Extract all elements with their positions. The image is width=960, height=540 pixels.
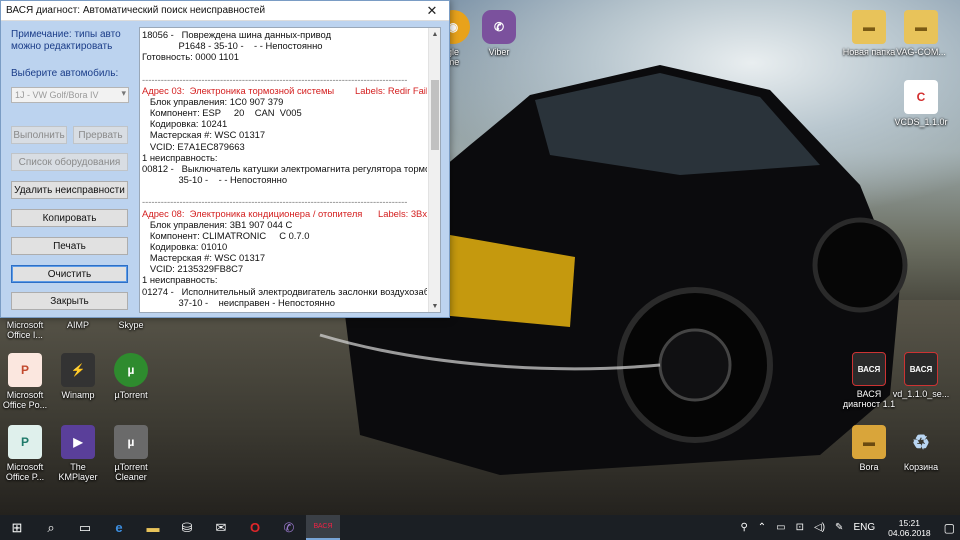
clear-button[interactable]: Очистить — [11, 265, 128, 283]
clock-time: 15:21 — [898, 517, 921, 528]
system-tray: ⚲ ⌃ ▭ ⊡ ◁) ✎ ENG 15:21 04.06.2018 ▢ — [735, 515, 960, 540]
log-line: 01274 - Исполнительный электродвигатель … — [142, 285, 427, 297]
log-line: 18056 - Повреждена шина данных-привод — [142, 29, 332, 40]
vasya-diagnostic-window: ВАСЯ диагност: Автоматический поиск неис… — [0, 0, 450, 318]
log-line: VCID: E7A1EC879663 — [142, 140, 245, 152]
desktop-icon-utorrent-cleaner[interactable]: µ µTorrent Cleaner — [98, 425, 164, 482]
desktop-icon-label: Skype — [118, 320, 144, 330]
delete-faults-button[interactable]: Удалить неисправности — [11, 181, 128, 199]
log-line: P1648 - 35-10 - - - Непостоянно — [142, 40, 323, 52]
desktop-icon-skype[interactable]: Skype — [98, 320, 164, 330]
log-line: ----------------------------------------… — [142, 196, 408, 208]
volume-icon[interactable]: ◁) — [809, 522, 830, 533]
store-icon[interactable]: ⛁ — [170, 515, 204, 540]
desktop-icon-label: VCDS_1.1.0r — [894, 117, 948, 127]
log-line: 1 неисправность: — [142, 151, 218, 163]
log-line: 1 неисправность: — [142, 274, 218, 286]
log-line: Мастерская #: WSC 01317 — [142, 252, 266, 264]
window-titlebar[interactable]: ВАСЯ диагност: Автоматический поиск неис… — [1, 1, 449, 21]
desktop-icon-recycle-bin[interactable]: ♻ Корзина — [888, 425, 954, 473]
viber-icon: ✆ — [482, 10, 516, 44]
taskbar: ⊞ ⌕ ▭ e ▬ ⛁ ✉ O ✆ ВАСЯ ⚲ ⌃ ▭ ⊡ ◁) ✎ ENG … — [0, 515, 960, 540]
opera-icon[interactable]: O — [238, 515, 272, 540]
choose-car-label: Выберите автомобиль: — [11, 68, 119, 79]
desktop-icon-label: vd_1.1.0_se... — [892, 389, 950, 399]
utorrent-icon: µ — [114, 353, 148, 387]
desktop-icon-vcds[interactable]: C VCDS_1.1.0r — [888, 80, 954, 127]
copy-button[interactable]: Копировать — [11, 209, 128, 227]
utorrent-cleaner-icon: µ — [114, 425, 148, 459]
show-hidden-icon[interactable]: ⌃ — [753, 522, 771, 533]
chevron-down-icon: ▾ — [121, 88, 126, 98]
log-line: Готовность: 0000 1101 — [142, 51, 239, 63]
desktop-icon-label: VAG-COM... — [896, 47, 946, 57]
winamp-icon: ⚡ — [61, 353, 95, 387]
edge-icon[interactable]: e — [102, 515, 136, 540]
log-line: Блок управления: 1C0 907 379 — [142, 95, 284, 107]
equipment-list-button[interactable]: Список оборудования — [11, 153, 128, 171]
people-icon[interactable]: ⚲ — [735, 522, 752, 533]
kmplayer-icon: ▶ — [61, 425, 95, 459]
mail-icon[interactable]: ✉ — [204, 515, 238, 540]
car-select[interactable]: 1J - VW Golf/Bora IV ▾ — [11, 87, 129, 103]
close-button[interactable]: Закрыть — [11, 292, 128, 310]
results-text: 18056 - Повреждена шина данных-привод P1… — [142, 29, 427, 308]
log-line: Компонент: CLIMATRONIC C 0.7.0 — [142, 229, 310, 241]
vasya-icon: ВАСЯ — [852, 352, 886, 386]
desktop-icon-label: Корзина — [903, 462, 939, 472]
close-icon[interactable]: ✕ — [415, 1, 449, 21]
vcds-icon: C — [904, 80, 938, 114]
vasya-taskbar-icon[interactable]: ВАСЯ — [306, 515, 340, 540]
battery-icon[interactable]: ▭ — [771, 522, 790, 533]
results-scrollbar[interactable]: ▲ ▼ — [428, 28, 440, 312]
desktop-icon-utorrent[interactable]: µ µTorrent — [98, 353, 164, 400]
vasya-icon: ВАСЯ — [904, 352, 938, 386]
start-icon[interactable]: ⊞ — [0, 515, 34, 540]
log-line: Компонент: ESP 20 CAN V005 — [142, 107, 302, 119]
powerpoint-icon: P — [8, 353, 42, 387]
scroll-up-icon[interactable]: ▲ — [429, 28, 440, 40]
log-line: 00812 - Выключатель катушки электромагни… — [142, 162, 427, 174]
stop-button[interactable]: Прервать — [73, 126, 128, 144]
recycle-bin-icon: ♻ — [912, 431, 930, 454]
task-view-icon[interactable]: ▭ — [68, 515, 102, 540]
results-textbox[interactable]: 18056 - Повреждена шина данных-привод P1… — [139, 27, 441, 313]
notifications-icon[interactable]: ▢ — [939, 521, 960, 535]
car-select-value: 1J - VW Golf/Bora IV — [15, 90, 99, 100]
log-line: Кодировка: 01010 — [142, 240, 228, 252]
log-line: VCID: 2135329FB8C7 — [142, 263, 244, 275]
network-icon[interactable]: ⊡ — [791, 522, 809, 533]
clock[interactable]: 15:21 04.06.2018 — [880, 518, 939, 538]
desktop-icon-vasya-setup[interactable]: ВАСЯ vd_1.1.0_se... — [888, 352, 954, 399]
log-line: Адрес 03: Электроника тормозной системы … — [142, 84, 427, 96]
log-line: Блок управления: 3B1 907 044 C — [142, 218, 293, 230]
clock-date: 04.06.2018 — [888, 527, 931, 538]
search-icon[interactable]: ⌕ — [34, 515, 68, 540]
explorer-icon[interactable]: ▬ — [136, 515, 170, 540]
viber-taskbar-icon[interactable]: ✆ — [272, 515, 306, 540]
note-text: Примечание: типы авто можно редактироват… — [11, 29, 121, 52]
window-title: ВАСЯ диагност: Автоматический поиск неис… — [6, 5, 266, 16]
log-line: Кодировка: 10241 — [142, 118, 228, 130]
scroll-thumb[interactable] — [431, 80, 439, 150]
run-button[interactable]: Выполнить — [11, 126, 67, 144]
folder-icon: ▬ — [904, 10, 938, 44]
log-line: Адрес 08: Электроника кондиционера / ото… — [142, 207, 427, 219]
desktop-icon-label: µTorrent Cleaner — [114, 462, 148, 482]
print-button[interactable]: Печать — [11, 237, 128, 255]
log-line: 35-10 - - - Непостоянно — [142, 174, 288, 186]
pen-icon[interactable]: ✎ — [830, 522, 848, 533]
desktop-icon-label: µTorrent — [114, 390, 148, 400]
log-line: 37-10 - неисправен - Непостоянно — [142, 296, 336, 308]
log-line: Мастерская #: WSC 01317 — [142, 129, 266, 141]
language-indicator[interactable]: ENG — [848, 522, 880, 533]
folder-icon: ▬ — [852, 425, 886, 459]
publisher-icon: P — [8, 425, 42, 459]
log-line: ----------------------------------------… — [142, 73, 408, 85]
scroll-down-icon[interactable]: ▼ — [429, 300, 440, 312]
desktop-icon-vag-com[interactable]: ▬ VAG-COM... — [888, 10, 954, 57]
folder-icon: ▬ — [852, 10, 886, 44]
